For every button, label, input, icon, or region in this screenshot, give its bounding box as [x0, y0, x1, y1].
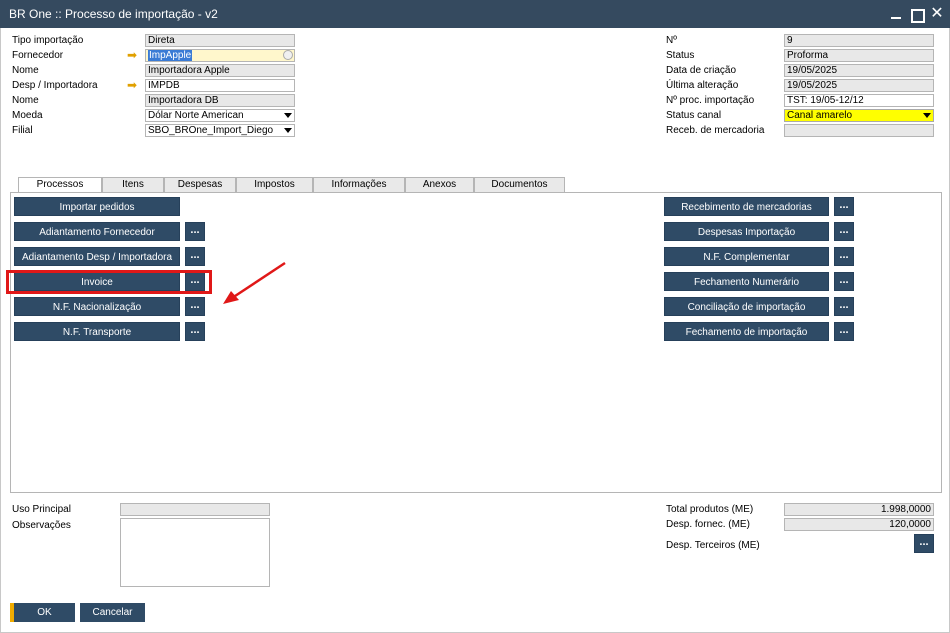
observacoes-textarea[interactable] [120, 518, 270, 587]
nf-nacionalizacao-more-button[interactable]: ... [185, 297, 205, 316]
total-produtos-field[interactable]: 1.998,0000 [784, 503, 934, 516]
lookup-icon[interactable] [283, 50, 293, 60]
tipo-importacao-field[interactable]: Direta [145, 34, 295, 47]
filial-label: Filial [12, 125, 33, 136]
tab-anexos[interactable]: Anexos [405, 177, 474, 193]
close-icon[interactable]: ✕ [927, 4, 947, 24]
desp-fornec-field[interactable]: 120,0000 [784, 518, 934, 531]
adiantamento-desp-button[interactable]: Adiantamento Desp / Importadora [14, 247, 180, 266]
data-criacao-field[interactable]: 19/05/2025 [784, 64, 934, 77]
adiantamento-fornecedor-more-button[interactable]: ... [185, 222, 205, 241]
conciliacao-importacao-more-button[interactable]: ... [834, 297, 854, 316]
ok-button[interactable]: OK [10, 603, 75, 622]
filial-select[interactable]: SBO_BROne_Import_Diego [145, 124, 295, 137]
desp-terceiros-more-button[interactable]: ... [914, 534, 934, 553]
recebimento-mercadorias-button[interactable]: Recebimento de mercadorias [664, 197, 829, 216]
status-canal-label: Status canal [666, 110, 722, 121]
desp-terceiros-label: Desp. Terceiros (ME) [666, 540, 760, 551]
ultima-alteracao-field[interactable]: 19/05/2025 [784, 79, 934, 92]
despesas-importacao-more-button[interactable]: ... [834, 222, 854, 241]
tab-informacoes[interactable]: Informações [313, 177, 405, 193]
link-arrow-icon[interactable]: ➡ [127, 49, 141, 61]
adiantamento-desp-more-button[interactable]: ... [185, 247, 205, 266]
fornecedor-label: Fornecedor [12, 50, 64, 61]
maximize-icon[interactable] [906, 4, 926, 24]
fechamento-importacao-more-button[interactable]: ... [834, 322, 854, 341]
form-body: Tipo importação Direta Fornecedor ➡ ImpA… [0, 28, 950, 633]
link-arrow-icon[interactable]: ➡ [127, 79, 141, 91]
status-canal-value: Canal amarelo [787, 110, 853, 121]
fornecedor-value: ImpApple [148, 50, 193, 61]
nf-nacionalizacao-button[interactable]: N.F. Nacionalização [14, 297, 180, 316]
nf-complementar-more-button[interactable]: ... [834, 247, 854, 266]
fechamento-importacao-button[interactable]: Fechamento de importação [664, 322, 829, 341]
uso-principal-field[interactable] [120, 503, 270, 516]
data-criacao-label: Data de criação [666, 65, 737, 76]
chevron-down-icon[interactable] [284, 113, 292, 118]
adiantamento-fornecedor-button[interactable]: Adiantamento Fornecedor [14, 222, 180, 241]
nome-importadora-label: Nome [12, 95, 39, 106]
proc-importacao-field[interactable]: TST: 19/05-12/12 [784, 94, 934, 107]
nf-complementar-button[interactable]: N.F. Complementar [664, 247, 829, 266]
fechamento-numerario-button[interactable]: Fechamento Numerário [664, 272, 829, 291]
nome-importadora-field[interactable]: Importadora DB [145, 94, 295, 107]
chevron-down-icon[interactable] [284, 128, 292, 133]
moeda-label: Moeda [12, 110, 43, 121]
nf-transporte-more-button[interactable]: ... [185, 322, 205, 341]
proc-importacao-label: Nº proc. importação [666, 95, 755, 106]
receb-mercadoria-label: Receb. de mercadoria [666, 125, 765, 136]
fechamento-numerario-more-button[interactable]: ... [834, 272, 854, 291]
red-arrow-icon [223, 261, 286, 304]
nf-transporte-button[interactable]: N.F. Transporte [14, 322, 180, 341]
desp-fornec-label: Desp. fornec. (ME) [666, 519, 750, 530]
tab-itens[interactable]: Itens [102, 177, 164, 193]
conciliacao-importacao-button[interactable]: Conciliação de importação [664, 297, 829, 316]
cancel-button[interactable]: Cancelar [80, 603, 145, 622]
desp-importadora-label: Desp / Importadora [12, 80, 98, 91]
title-bar: BR One :: Processo de importação - v2 ✕ [0, 0, 950, 28]
fornecedor-field[interactable]: ImpApple [145, 49, 295, 62]
filial-value: SBO_BROne_Import_Diego [148, 125, 274, 136]
chevron-down-icon[interactable] [923, 113, 931, 118]
nome-fornecedor-label: Nome [12, 65, 39, 76]
uso-principal-label: Uso Principal [12, 504, 71, 515]
numero-label: Nº [666, 35, 677, 46]
moeda-select[interactable]: Dólar Norte American [145, 109, 295, 122]
ultima-alteracao-label: Última alteração [666, 80, 739, 91]
tab-documentos[interactable]: Documentos [474, 177, 565, 193]
receb-mercadoria-field[interactable] [784, 124, 934, 137]
invoice-highlight-box [6, 270, 212, 294]
status-label: Status [666, 50, 695, 61]
recebimento-mercadorias-more-button[interactable]: ... [834, 197, 854, 216]
importar-pedidos-button[interactable]: Importar pedidos [14, 197, 180, 216]
status-field[interactable]: Proforma [784, 49, 934, 62]
numero-field[interactable]: 9 [784, 34, 934, 47]
desp-importadora-field[interactable]: IMPDB [145, 79, 295, 92]
window-title: BR One :: Processo de importação - v2 [9, 7, 218, 21]
moeda-value: Dólar Norte American [148, 110, 244, 121]
despesas-importacao-button[interactable]: Despesas Importação [664, 222, 829, 241]
tab-impostos[interactable]: Impostos [236, 177, 313, 193]
tipo-importacao-label: Tipo importação [12, 35, 84, 46]
nome-fornecedor-field[interactable]: Importadora Apple [145, 64, 295, 77]
minimize-icon[interactable] [886, 4, 906, 24]
observacoes-label: Observações [12, 520, 71, 531]
tab-despesas[interactable]: Despesas [164, 177, 236, 193]
status-canal-select[interactable]: Canal amarelo [784, 109, 934, 122]
total-produtos-label: Total produtos (ME) [666, 504, 754, 515]
